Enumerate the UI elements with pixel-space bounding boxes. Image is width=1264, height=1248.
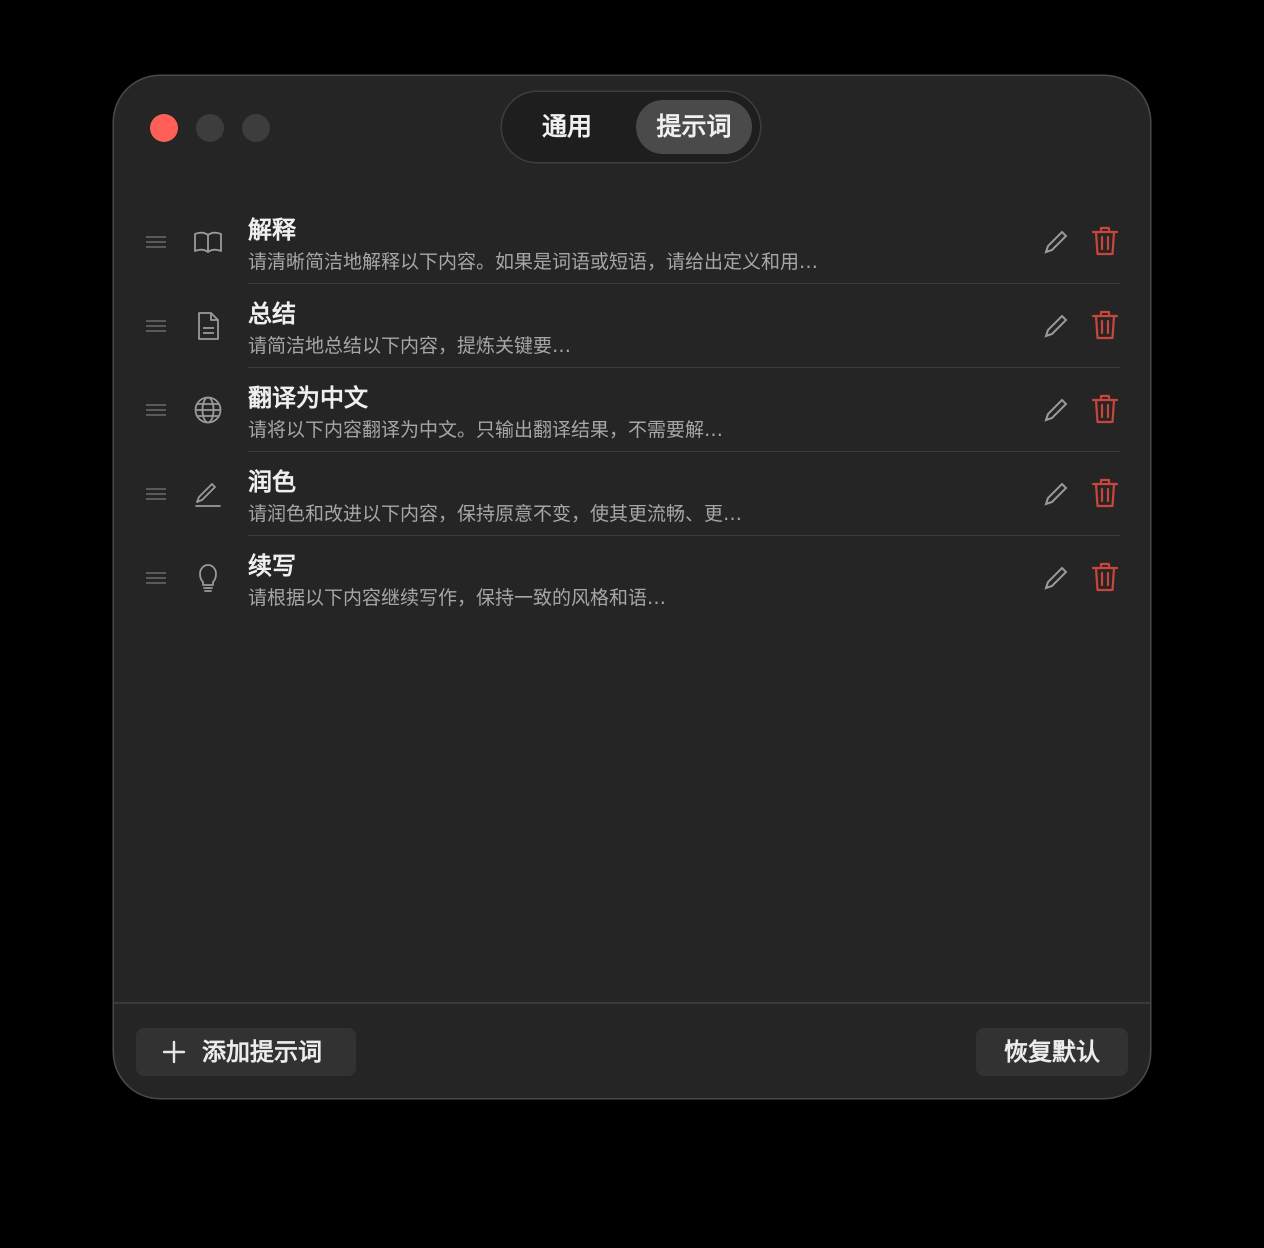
add-prompt-label: 添加提示词 (202, 1038, 322, 1066)
drag-handle-icon[interactable] (146, 320, 166, 332)
minimize-window-button[interactable] (196, 114, 224, 142)
document-icon (192, 310, 224, 342)
prompt-description: 请根据以下内容继续写作，保持一致的风格和语… (248, 587, 667, 609)
prompt-row[interactable]: 解释 请清晰简洁地解释以下内容。如果是词语或短语，请给出定义和用… (114, 200, 1150, 284)
delete-trash-icon[interactable] (1090, 393, 1120, 425)
footer-divider (114, 1002, 1150, 1004)
edit-pencil-icon[interactable] (1042, 312, 1070, 340)
prompt-row[interactable]: 总结 请简洁地总结以下内容，提炼关键要… (114, 284, 1150, 368)
drag-handle-icon[interactable] (146, 572, 166, 584)
drag-handle-icon[interactable] (146, 488, 166, 500)
globe-icon (192, 394, 224, 426)
delete-trash-icon[interactable] (1090, 561, 1120, 593)
book-icon (192, 226, 224, 258)
delete-trash-icon[interactable] (1090, 477, 1120, 509)
delete-trash-icon[interactable] (1090, 309, 1120, 341)
maximize-window-button[interactable] (242, 114, 270, 142)
plus-icon (162, 1040, 186, 1064)
prompt-row[interactable]: 续写 请根据以下内容继续写作，保持一致的风格和语… (114, 536, 1150, 620)
close-window-button[interactable] (150, 114, 178, 142)
prompt-row[interactable]: 翻译为中文 请将以下内容翻译为中文。只输出翻译结果，不需要解… (114, 368, 1150, 452)
prompt-title: 润色 (248, 468, 296, 496)
tab-switcher: 通用 提示词 (502, 92, 760, 162)
prompt-description: 请简洁地总结以下内容，提炼关键要… (248, 335, 572, 357)
edit-pencil-icon[interactable] (1042, 228, 1070, 256)
tab-prompts[interactable]: 提示词 (636, 100, 752, 154)
edit-pencil-icon[interactable] (1042, 396, 1070, 424)
prompt-title: 解释 (248, 216, 296, 244)
prompt-title: 总结 (248, 300, 296, 328)
edit-pencil-icon[interactable] (1042, 480, 1070, 508)
lightbulb-icon (192, 562, 224, 594)
drag-handle-icon[interactable] (146, 236, 166, 248)
prompt-description: 请将以下内容翻译为中文。只输出翻译结果，不需要解… (248, 419, 724, 441)
add-prompt-button[interactable]: 添加提示词 (136, 1028, 356, 1076)
delete-trash-icon[interactable] (1090, 225, 1120, 257)
prompt-description: 请清晰简洁地解释以下内容。如果是词语或短语，请给出定义和用… (248, 251, 819, 273)
pen-icon (192, 478, 224, 510)
settings-window: 通用 提示词 解释 请清晰简洁地解释以下内容。如果是词语或短语，请给出定义和用… (114, 76, 1150, 1098)
edit-pencil-icon[interactable] (1042, 564, 1070, 592)
tab-general[interactable]: 通用 (512, 100, 622, 154)
restore-defaults-button[interactable]: 恢复默认 (976, 1028, 1128, 1076)
drag-handle-icon[interactable] (146, 404, 166, 416)
prompt-title: 续写 (248, 552, 296, 580)
prompt-title: 翻译为中文 (248, 384, 368, 412)
prompt-row[interactable]: 润色 请润色和改进以下内容，保持原意不变，使其更流畅、更… (114, 452, 1150, 536)
prompt-description: 请润色和改进以下内容，保持原意不变，使其更流畅、更… (248, 503, 743, 525)
